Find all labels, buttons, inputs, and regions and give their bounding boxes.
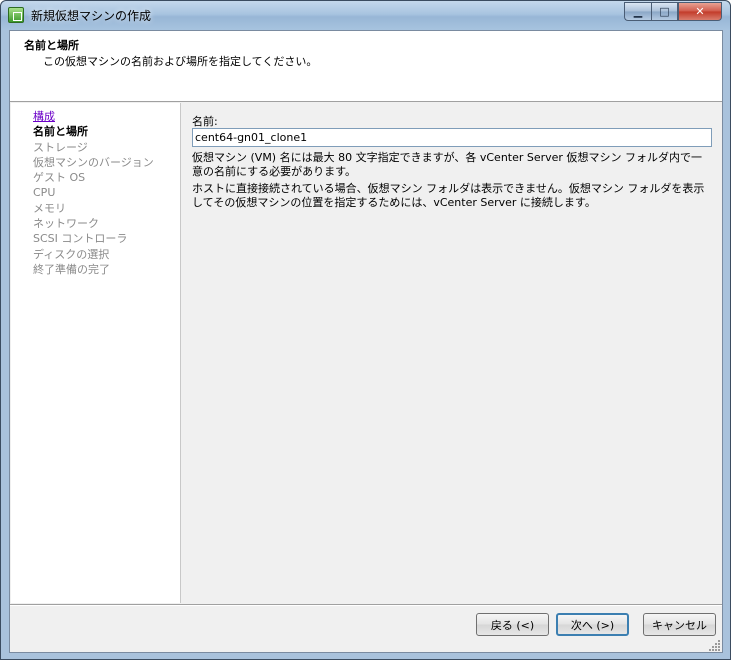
step-scsi-controller: SCSI コントローラ [33,232,128,246]
back-button[interactable]: 戻る (<) [476,613,549,636]
maximize-button[interactable]: □ [651,2,678,21]
vm-name-input[interactable] [192,128,712,147]
title-bar[interactable]: 新規仮想マシンの作成 ▁ □ ✕ [1,1,730,30]
wizard-steps-sidebar: 構成 名前と場所 ストレージ 仮想マシンのバージョン ゲスト OS CPU メモ… [11,103,181,603]
step-select-disk: ディスクの選択 [33,247,110,261]
step-vm-version: 仮想マシンのバージョン [33,155,154,169]
step-memory: メモリ [33,201,66,215]
footer-divider [10,604,722,606]
wizard-content: 名前: 仮想マシン (VM) 名には最大 80 文字指定できますが、各 vCen… [182,103,722,603]
window-title: 新規仮想マシンの作成 [31,9,152,23]
name-description: 仮想マシン (VM) 名には最大 80 文字指定できますが、各 vCenter … [192,151,702,178]
close-icon: ✕ [695,5,705,18]
folder-description: ホストに直接接続されている場合、仮想マシン フォルダは表示できません。仮想マシン… [192,182,705,209]
steps-list: 構成 名前と場所 ストレージ 仮想マシンのバージョン ゲスト OS CPU メモ… [11,103,180,277]
step-storage: ストレージ [33,140,88,154]
caption-buttons: ▁ □ ✕ [624,2,722,21]
maximize-icon: □ [659,5,670,18]
cancel-button[interactable]: キャンセル [643,613,716,636]
page-subtitle: この仮想マシンの名前および場所を指定してください。 [43,55,318,68]
resize-grip[interactable] [709,639,721,651]
dialog-window: 新規仮想マシンの作成 ▁ □ ✕ 名前と場所 この仮想マシンの名前および場所を指… [0,0,731,660]
step-network: ネットワーク [33,217,99,231]
page-title: 名前と場所 [24,39,79,52]
close-button[interactable]: ✕ [678,2,722,21]
vm-app-icon [8,7,24,23]
step-configuration[interactable]: 構成 [33,109,180,124]
minimize-button[interactable]: ▁ [624,2,651,21]
dialog-client-area: 名前と場所 この仮想マシンの名前および場所を指定してください。 構成 名前と場所… [9,30,723,653]
vm-name-label: 名前: [192,115,218,128]
wizard-header: 名前と場所 この仮想マシンの名前および場所を指定してください。 [10,31,722,102]
step-cpu: CPU [33,186,56,200]
step-name-and-location: 名前と場所 [33,125,88,139]
step-ready-to-complete: 終了準備の完了 [33,262,110,276]
minimize-icon: ▁ [633,5,643,18]
next-button[interactable]: 次へ (>) [556,613,629,636]
step-guest-os: ゲスト OS [33,171,86,185]
